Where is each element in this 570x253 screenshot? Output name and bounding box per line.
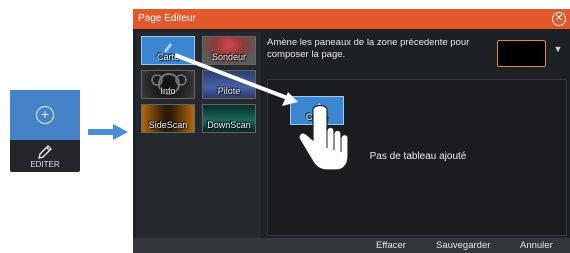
editer-widget: + EDITER [10,90,80,172]
clear-button[interactable]: Effacer [376,240,406,251]
edit-button[interactable]: EDITER [10,140,80,172]
panel-tile-label: Info [160,86,176,96]
panel-tile-label: Carte [156,52,179,62]
instruction-text: Amène les paneaux de la zone précedente … [267,37,470,60]
dialog-footer: Effacer Sauvegarder Annuler [133,238,570,253]
panel-tile-label: Pilote [217,86,241,96]
close-icon[interactable]: ✕ [552,12,566,26]
panel-tile-label: DownScan [207,120,251,130]
panel-tile-info[interactable]: Info [141,70,195,99]
panel-tile-sidescan[interactable]: SideScan [141,104,195,133]
dragged-panel-carte[interactable]: Carte [290,96,344,125]
pencil-icon [38,145,52,159]
save-button[interactable]: Sauvegarder [436,240,490,251]
panel-tile-carte[interactable]: Carte [141,36,195,65]
chevron-down-icon[interactable]: ▼ [550,44,566,62]
edit-label: EDITER [30,160,60,169]
plus-circle-icon: + [36,106,54,124]
dialog-title: Page Editeur [138,13,196,24]
color-picker[interactable] [497,40,546,67]
panel-tile-downscan[interactable]: DownScan [202,104,256,133]
right-arrow-icon [88,124,128,140]
dragged-panel-label: Carte [305,112,328,122]
panel-tile-sondeur[interactable]: Sondeur [202,36,256,65]
panel-tile-pilote[interactable]: Pilote [202,70,256,99]
panel-palette: Carte Sondeur Info Pilote SideScan DownS… [136,32,261,238]
titlebar: Page Editeur ✕ [133,9,570,29]
drop-zone[interactable]: Carte Pas de tableau ajouté [267,79,567,236]
cancel-button[interactable]: Annuler [520,240,553,251]
layout-area: Amène les paneaux de la zone précedente … [267,32,567,238]
page-editor-dialog: Page Editeur ✕ Carte Sondeur Info Pilote… [133,9,570,253]
panel-tile-label: SideScan [148,120,188,130]
add-page-button[interactable]: + [10,90,80,140]
empty-state-text: Pas de tableau ajouté [369,151,467,162]
panel-tile-label: Sondeur [211,52,247,62]
